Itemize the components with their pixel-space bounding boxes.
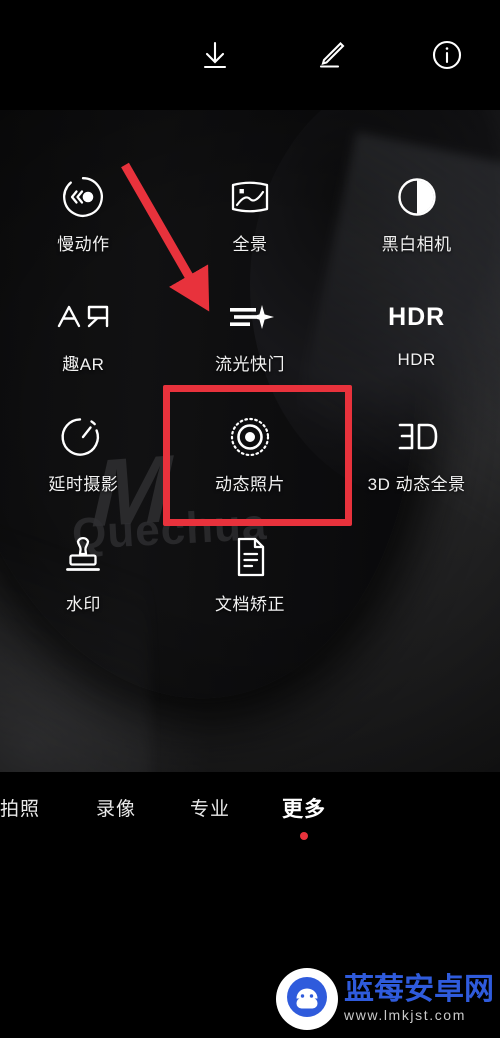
mode-label: 趣AR [62,355,105,374]
watermark-stamp-icon [60,530,106,584]
mode-label: HDR [397,350,436,369]
download-icon [198,38,232,72]
tab-photo[interactable]: 拍照 [0,794,54,838]
camera-more-modes-screen: M Quechua 慢动作 [0,0,500,1038]
motion-photo-icon [227,410,273,464]
hdr-icon: HDR [388,290,445,344]
tab-label: 更多 [282,797,327,821]
mode-item-slow-motion[interactable]: 慢动作 [0,160,167,280]
mode-grid: 慢动作 全景 黑白相机 趣AR 流光快门 HDR HDR 延时摄影 动态照片 3… [0,160,500,640]
tab-label: 拍照 [0,799,41,820]
mode-label: 慢动作 [57,235,110,254]
mode-item-mono-camera[interactable]: 黑白相机 [333,160,500,280]
tab-label: 专业 [190,799,231,820]
tab-pro[interactable]: 专业 [176,794,244,838]
mode-item-motion-photo[interactable]: 动态照片 [167,400,334,520]
tab-video[interactable]: 录像 [82,794,150,838]
mode-label: 水印 [65,595,101,614]
mode-item-ar[interactable]: 趣AR [0,280,167,400]
panorama-icon [227,170,273,224]
edit-icon [314,38,348,72]
mode-label: 黑白相机 [381,235,452,254]
3d-panorama-icon [392,410,442,464]
time-lapse-icon [60,410,106,464]
top-toolbar [0,0,500,110]
mode-label: 全景 [232,235,268,254]
download-button[interactable] [192,32,238,78]
tab-label: 录像 [96,799,137,820]
watermark-logo-badge [276,968,338,1030]
mode-tabs: 拍照 录像 专业 更多 [0,792,500,840]
mode-label: 文档矫正 [214,595,285,614]
site-watermark: 蓝莓安卓网 www.lmkjst.com [276,968,494,1030]
ar-icon [55,290,111,344]
mode-item-watermark[interactable]: 水印 [0,520,167,640]
mono-camera-icon [394,170,440,224]
android-robot-icon [285,975,329,1024]
mode-item-3d-panorama[interactable]: 3D 动态全景 [333,400,500,520]
mode-label: 动态照片 [214,475,285,494]
mode-item-document-fix[interactable]: 文档矫正 [167,520,334,640]
hdr-icon-text: HDR [388,302,446,331]
slow-motion-icon [60,170,106,224]
mode-item-time-lapse[interactable]: 延时摄影 [0,400,167,520]
mode-item-empty-slot [333,520,500,640]
mode-label: 延时摄影 [48,475,119,494]
mode-label: 流光快门 [214,355,285,374]
light-painting-icon [224,290,276,344]
tab-active-dot [300,831,309,840]
mode-item-panorama[interactable]: 全景 [167,160,334,280]
watermark-site-url: www.lmkjst.com [344,1006,466,1023]
watermark-site-name: 蓝莓安卓网 [344,972,494,1008]
mode-item-hdr[interactable]: HDR HDR [333,280,500,400]
edit-button[interactable] [308,32,354,78]
mode-item-light-painting[interactable]: 流光快门 [167,280,334,400]
watermark-text: 蓝莓安卓网 www.lmkjst.com [344,975,494,1023]
document-fix-icon [230,530,270,584]
mode-label: 3D 动态全景 [367,475,466,494]
info-button[interactable] [424,32,470,78]
info-icon [430,38,464,72]
tab-more[interactable]: 更多 [268,793,340,840]
